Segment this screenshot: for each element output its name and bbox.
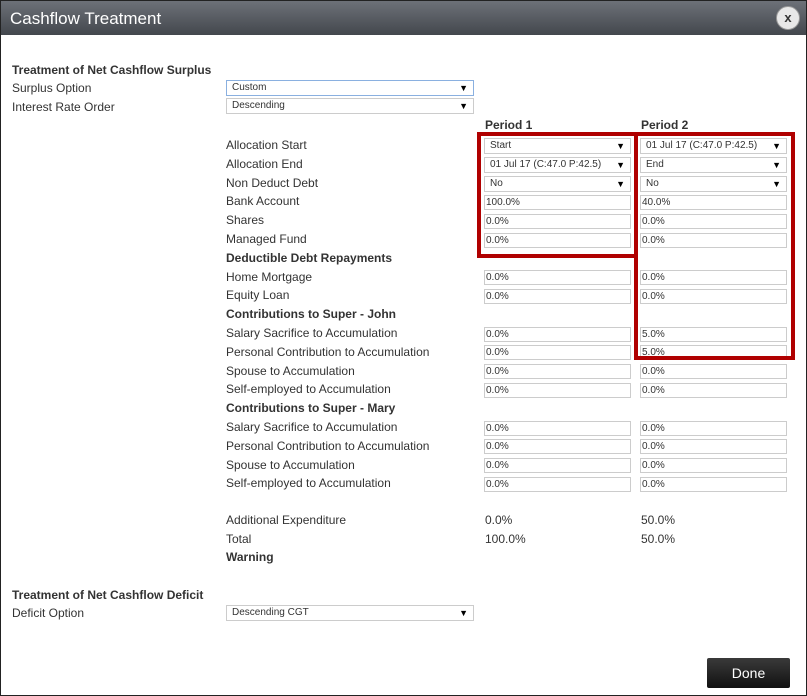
period-2-header: Period 2 [641,118,689,132]
section-heading: Deductible Debt Repayments [226,250,393,265]
period-1-input[interactable]: 0.0% [484,382,631,398]
row-label: Home Mortgage [226,269,313,284]
warning-text: Warning [226,550,274,564]
interest-rate-order-select[interactable]: Descending ▼ [226,98,474,114]
row-label: Self-employed to Accumulation [226,382,391,397]
row-label: Managed Fund [226,232,307,246]
period-2-value: 50.0% [641,513,676,527]
row-label: Self-employed to Accumulation [226,476,391,491]
period-2-input[interactable]: 0.0% [640,420,787,436]
period-1-input[interactable]: 0.0% [484,458,631,474]
period-1-input[interactable]: 0.0% [484,326,631,342]
deficit-heading: Treatment of Net Cashflow Deficit [12,588,204,602]
period-1-input[interactable]: 0.0% [484,439,631,455]
deficit-option-value: Descending CGT [232,607,309,618]
row-label: Spouse to Accumulation [226,363,355,378]
period-1-input[interactable]: 0.0% [484,476,631,492]
period-1-input[interactable]: 0.0% [484,345,631,361]
close-button[interactable]: x [776,6,800,30]
surplus-heading: Treatment of Net Cashflow Surplus [12,63,212,77]
row-label: Personal Contribution to Accumulation [226,344,430,359]
row-label: Spouse to Accumulation [226,457,355,472]
dialog-title: Cashflow Treatment [10,9,162,28]
period-1-input[interactable]: 0.0% [484,270,631,286]
surplus-option-label: Surplus Option [12,81,92,95]
cashflow-treatment-dialog: Cashflow Treatment x Treatment of Net Ca… [0,0,807,696]
row-label: Salary Sacrifice to Accumulation [226,420,398,434]
row-label: Non Deduct Debt [226,175,319,190]
surplus-option-value: Custom [232,82,267,93]
row-label: Personal Contribution to Accumulation [226,438,430,453]
period-1-header: Period 1 [485,118,533,132]
period-1-input[interactable]: 0.0% [484,420,631,436]
row-label: Bank Account [226,194,300,209]
section-heading: Contributions to Super - John [226,307,396,322]
row-label: Allocation Start [226,138,307,152]
row-label: Equity Loan [226,288,290,303]
period-2-value: 50.0% [641,531,676,546]
deficit-option-select[interactable]: Descending CGT ▼ [226,605,474,621]
interest-rate-order-label: Interest Rate Order [12,100,115,114]
done-button[interactable]: Done [707,658,790,688]
interest-rate-order-value: Descending [232,100,285,111]
period-2-input[interactable]: 0.0% [640,458,787,474]
period-2-input[interactable]: 0.0% [640,439,787,455]
period-2-input[interactable]: 0.0% [640,382,787,398]
row-label: Allocation End [226,156,303,171]
period-1-value: 100.0% [485,531,526,546]
chevron-down-icon: ▼ [459,83,468,93]
period-1-input[interactable]: 0.0% [484,364,631,380]
period-1-input[interactable]: 0.0% [484,288,631,304]
row-label: Salary Sacrifice to Accumulation [226,326,398,340]
period-2-input[interactable]: 0.0% [640,364,787,380]
chevron-down-icon: ▼ [459,608,468,618]
period-2-input[interactable]: 0.0% [640,476,787,492]
surplus-option-select[interactable]: Custom ▼ [226,80,474,96]
period-1-value: 0.0% [485,513,513,527]
highlight-box-period-2 [634,132,795,360]
section-heading: Contributions to Super - Mary [226,401,396,416]
summary-label: Total [226,531,252,546]
highlight-box-period-1 [477,132,638,258]
title-bar: Cashflow Treatment x [1,1,806,35]
row-label: Shares [226,213,265,228]
deficit-option-label: Deficit Option [12,606,85,620]
summary-label: Additional Expenditure [226,513,347,527]
chevron-down-icon: ▼ [459,101,468,111]
